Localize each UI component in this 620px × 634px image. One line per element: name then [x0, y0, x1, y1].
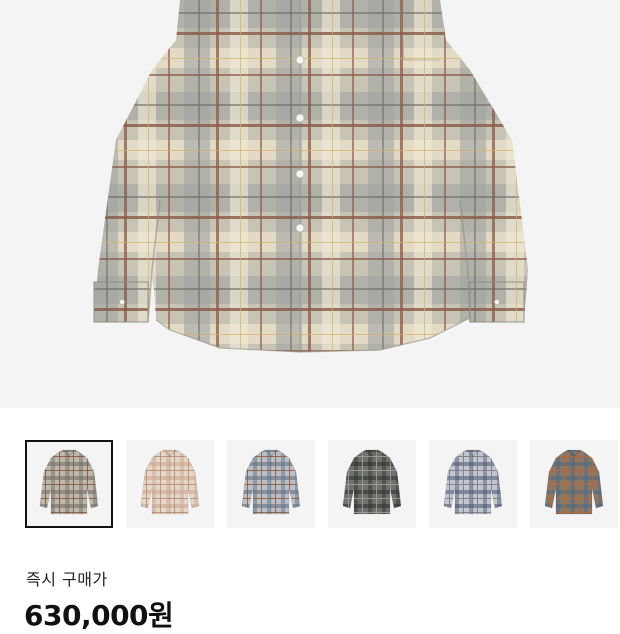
shirt-icon — [342, 449, 402, 515]
instant-buy-price-label: 즉시 구매가 — [26, 570, 108, 589]
thumbnail-blue-brown-plaid-shirt[interactable] — [227, 440, 315, 528]
shirt-icon — [39, 449, 99, 515]
shirt-icon — [140, 449, 200, 515]
thumbnail-navy-blue-plaid-shirt[interactable] — [429, 440, 517, 528]
thumbnail-black-grey-plaid-shirt[interactable] — [328, 440, 416, 528]
thumbnail-beige-pink-plaid-shirt[interactable] — [126, 440, 214, 528]
shirt-icon — [443, 449, 503, 515]
shirt-icon — [241, 449, 301, 515]
plaid-shirt-illustration — [93, 0, 528, 353]
shirt-icon — [544, 449, 604, 515]
thumbnail-grey-beige-plaid-shirt[interactable] — [25, 440, 113, 528]
product-main-image[interactable] — [0, 0, 620, 408]
product-thumbnail-gallery — [0, 440, 620, 530]
thumbnail-brown-blue-plaid-shirt[interactable] — [530, 440, 618, 528]
instant-buy-price: 630,000원 — [24, 599, 174, 632]
